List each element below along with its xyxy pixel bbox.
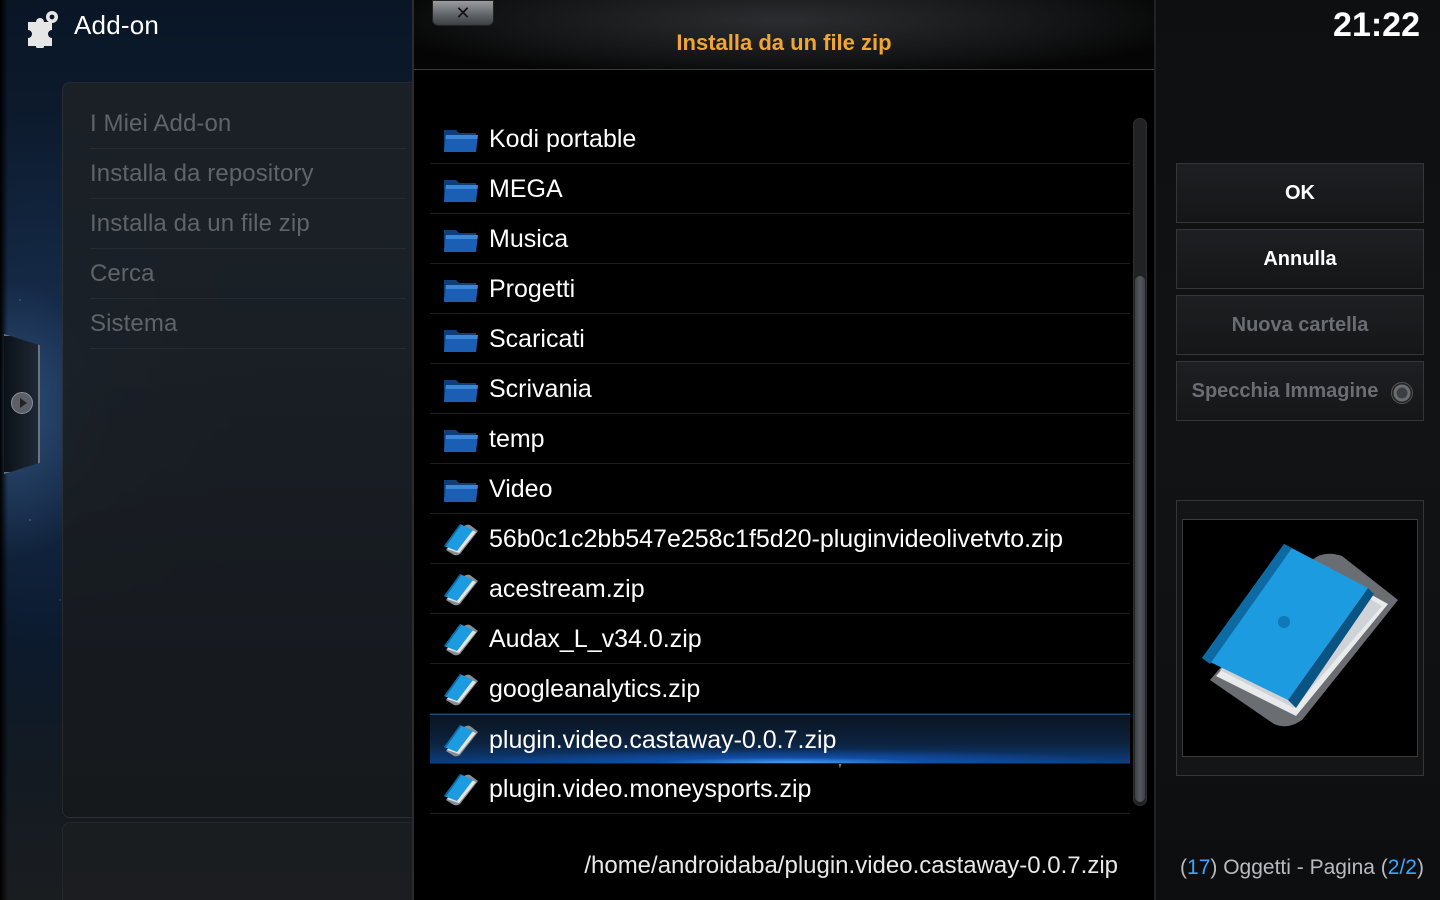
file-list-item[interactable]: acestream.zip — [430, 564, 1130, 614]
file-list-item[interactable]: Progetti — [430, 264, 1130, 314]
file-list-item[interactable]: MEGA — [430, 164, 1130, 214]
chevron-right-icon[interactable] — [11, 392, 33, 414]
file-list-item[interactable]: googleanalytics.zip — [430, 664, 1130, 714]
menu-item-install-zip[interactable]: Installa da un file zip — [90, 199, 406, 249]
file-list-item-label: 56b0c1c2bb547e258c1f5d20-pluginvideolive… — [489, 525, 1064, 553]
file-list-item-label: Video — [489, 475, 553, 503]
menu-item-install-repository[interactable]: Installa da repository — [90, 149, 406, 199]
zip-file-icon — [442, 723, 480, 757]
file-list-item[interactable]: Musica — [430, 214, 1130, 264]
menu-item-search[interactable]: Cerca — [90, 249, 406, 299]
file-list-item[interactable]: Audax_L_v34.0.zip — [430, 614, 1130, 664]
file-list-item-label: Audax_L_v34.0.zip — [489, 625, 702, 653]
folder-icon — [442, 472, 480, 506]
file-list-item-label: plugin.video.castaway-0.0.7.zip — [489, 726, 837, 754]
page-indicator: 2/2 — [1387, 856, 1417, 879]
cancel-button[interactable]: Annulla — [1176, 229, 1424, 289]
item-count: 17 — [1187, 856, 1211, 879]
file-list-item-label: temp — [489, 425, 545, 453]
paren-close: ) — [1417, 856, 1424, 879]
close-icon: ✕ — [455, 3, 471, 24]
items-label: ) Oggetti - Pagina ( — [1210, 856, 1388, 879]
zip-file-icon — [442, 522, 480, 556]
scrollbar-thumb[interactable] — [1135, 276, 1145, 802]
radio-toggle-icon[interactable] — [1391, 382, 1413, 404]
folder-icon — [442, 222, 480, 256]
folder-icon — [442, 322, 480, 356]
page-title: Add-on — [74, 10, 160, 40]
close-button[interactable]: ✕ — [432, 0, 494, 26]
file-list-item-label: plugin.video.moneysports.zip — [489, 775, 812, 803]
folder-icon — [442, 272, 480, 306]
file-list-item-label: MEGA — [489, 175, 563, 203]
file-list-item[interactable]: plugin.video.moneysports.zip — [430, 764, 1130, 814]
file-list-item[interactable]: 56b0c1c2bb547e258c1f5d20-pluginvideolive… — [430, 514, 1130, 564]
zip-file-preview-icon — [1202, 544, 1398, 727]
menu-item-system[interactable]: Sistema — [90, 299, 406, 349]
file-list-item-label: Musica — [489, 225, 569, 253]
folder-icon — [442, 422, 480, 456]
zip-file-icon — [442, 672, 480, 706]
new-folder-button[interactable]: Nuova cartella — [1176, 295, 1424, 355]
puzzle-gear-icon — [28, 11, 58, 48]
selected-file-path: /home/androidaba/plugin.video.castaway-0… — [584, 852, 1118, 879]
mirror-image-toggle[interactable]: Specchia Immagine — [1176, 361, 1424, 421]
zip-file-icon — [442, 622, 480, 656]
file-list-item[interactable]: Video — [430, 464, 1130, 514]
file-list-item-label: Scrivania — [489, 375, 592, 403]
file-list-item[interactable]: plugin.video.castaway-0.0.7.zip — [430, 714, 1130, 764]
ok-button[interactable]: OK — [1176, 163, 1424, 223]
items-page-status: (17) Oggetti - Pagina (2/2) — [1160, 856, 1424, 880]
folder-icon — [442, 172, 480, 206]
file-list-item[interactable]: temp — [430, 414, 1130, 464]
dialog-title: Installa da un file zip — [676, 30, 892, 55]
zip-file-icon — [442, 772, 480, 806]
clock: 21:22 — [1333, 6, 1420, 44]
file-list-item-label: Progetti — [489, 275, 576, 303]
file-list-item-label: acestream.zip — [489, 575, 645, 603]
menu-item-my-addons[interactable]: I Miei Add-on — [90, 99, 406, 149]
file-list-item[interactable]: Kodi portable — [430, 114, 1130, 164]
folder-icon — [442, 372, 480, 406]
file-list-item-label: googleanalytics.zip — [489, 675, 701, 703]
file-list-item-label: Kodi portable — [489, 125, 637, 153]
menu-panel-lower — [62, 822, 414, 900]
file-list-item-label: Scaricati — [489, 325, 585, 353]
file-list-item[interactable]: Scaricati — [430, 314, 1130, 364]
zip-file-icon — [442, 572, 480, 606]
folder-icon — [442, 122, 480, 156]
paren-open: ( — [1180, 856, 1188, 879]
file-list-item[interactable]: Scrivania — [430, 364, 1130, 414]
